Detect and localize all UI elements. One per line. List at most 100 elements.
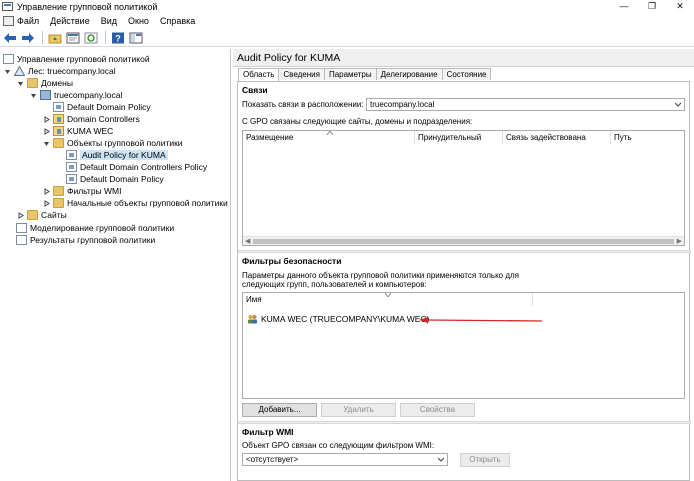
folder-up-icon[interactable] xyxy=(47,30,63,46)
expand-icon[interactable] xyxy=(42,127,50,135)
scroll-left-icon: ◀ xyxy=(245,238,251,245)
tree-domain-controllers[interactable]: Domain Controllers xyxy=(42,113,140,125)
tree-kuma-wec[interactable]: KUMA WEC xyxy=(42,125,113,137)
collapse-icon[interactable] xyxy=(16,79,24,87)
collapse-icon[interactable] xyxy=(3,67,11,75)
menu-action[interactable]: Действие xyxy=(50,16,90,26)
security-item-kuma-wec[interactable]: KUMA WEC (TRUECOMPANY\KUMA WEC) xyxy=(247,314,429,324)
chevron-down-icon xyxy=(675,102,681,107)
gpo-icon xyxy=(66,162,77,172)
folder-icon xyxy=(53,138,64,148)
expand-icon[interactable] xyxy=(42,187,50,195)
console-icon[interactable] xyxy=(128,30,144,46)
gpo-icon xyxy=(66,150,77,160)
toolbar-separator xyxy=(42,31,43,44)
minimize-button[interactable]: — xyxy=(610,0,638,13)
tree-gpo-objects[interactable]: Объекты групповой политики xyxy=(42,137,183,149)
section-divider[interactable] xyxy=(238,421,691,424)
open-wmi-button[interactable]: Открыть xyxy=(460,453,510,467)
tab-status[interactable]: Состояние xyxy=(441,68,492,80)
folder-icon xyxy=(53,198,64,208)
ou-icon xyxy=(53,126,64,136)
tree-domain-truecompany[interactable]: truecompany.local xyxy=(29,89,122,101)
menu-window[interactable]: Окно xyxy=(128,16,149,26)
tree-default-domain-policy-link[interactable]: Default Domain Policy xyxy=(53,101,151,113)
folder-icon xyxy=(27,210,38,220)
tree-default-domain-policy[interactable]: Default Domain Policy xyxy=(66,173,164,185)
toolbar: ? xyxy=(0,29,694,47)
group-icon xyxy=(247,314,258,324)
tab-details[interactable]: Сведения xyxy=(278,68,325,80)
annotation-arrow-icon xyxy=(419,317,543,323)
tree-gp-results[interactable]: Результаты групповой политики xyxy=(16,234,155,246)
properties-icon[interactable] xyxy=(65,30,81,46)
close-button[interactable]: ✕ xyxy=(666,0,694,13)
tree-default-dc-policy[interactable]: Default Domain Controllers Policy xyxy=(66,161,207,173)
domain-icon xyxy=(40,90,51,100)
folder-icon xyxy=(27,78,38,88)
expand-icon[interactable] xyxy=(16,211,24,219)
section-divider[interactable] xyxy=(238,250,691,253)
forward-arrow-icon[interactable] xyxy=(20,30,36,46)
tree-domains[interactable]: Домены xyxy=(16,77,73,89)
collapse-icon[interactable] xyxy=(42,139,50,147)
forest-icon xyxy=(13,65,26,76)
collapse-icon[interactable] xyxy=(29,91,37,99)
menu-view[interactable]: Вид xyxy=(101,16,117,26)
system-menu-icon[interactable] xyxy=(3,16,14,26)
tree-audit-policy-kuma[interactable]: Audit Policy for KUMA xyxy=(66,149,168,161)
help-icon[interactable]: ? xyxy=(110,30,126,46)
scope-tab-body: Связи Показать связи в расположении: tru… xyxy=(237,81,691,481)
links-title: Связи xyxy=(242,85,268,95)
tab-settings[interactable]: Параметры xyxy=(323,68,377,80)
sort-arrow-icon xyxy=(385,293,391,297)
links-location-combo[interactable]: truecompany.local xyxy=(366,98,685,111)
tab-strip: Область Сведения Параметры Делегирование… xyxy=(238,68,492,81)
folder-icon xyxy=(53,186,64,196)
window-title: Управление групповой политикой xyxy=(17,1,158,12)
gpo-link-icon xyxy=(53,102,64,112)
gpmc-icon xyxy=(3,54,14,64)
tree-starter-gpos[interactable]: Начальные объекты групповой политики xyxy=(42,197,228,209)
ou-icon xyxy=(53,114,64,124)
col-enforced[interactable]: Принудительный xyxy=(415,131,503,144)
wmi-filter-combo[interactable]: <отсутствует> xyxy=(242,453,448,466)
tab-scope[interactable]: Область xyxy=(238,68,280,81)
col-path[interactable]: Путь xyxy=(611,131,685,144)
links-show-label: Показать связи в расположении: xyxy=(242,100,364,109)
security-desc-1: Параметры данного объекта групповой поли… xyxy=(242,271,520,280)
tree-forest[interactable]: Лес: truecompany.local xyxy=(3,65,116,77)
links-desc: С GPO связаны следующие сайты, домены и … xyxy=(242,117,473,126)
back-arrow-icon[interactable] xyxy=(2,30,18,46)
gpmc-app-icon xyxy=(2,1,13,12)
sort-arrow-icon xyxy=(327,131,333,135)
security-list[interactable]: Имя KUMA WEC (TRUECOMPANY\KUMA WEC) xyxy=(242,292,685,399)
menu-file[interactable]: Файл xyxy=(3,16,39,26)
expand-icon[interactable] xyxy=(42,199,50,207)
col-link-enabled[interactable]: Связь задействована xyxy=(503,131,611,144)
restore-button[interactable]: ❐ xyxy=(638,0,666,13)
title-bar: Управление групповой политикой — ❐ ✕ xyxy=(0,0,694,13)
refresh-icon[interactable] xyxy=(83,30,99,46)
properties-button[interactable]: Свойства xyxy=(400,403,475,417)
wmi-desc: Объект GPO связан со следующим фильтром … xyxy=(242,441,435,450)
tree-root[interactable]: Управление групповой политикой xyxy=(3,53,150,65)
remove-button[interactable]: Удалить xyxy=(321,403,396,417)
expand-icon[interactable] xyxy=(42,115,50,123)
svg-text:?: ? xyxy=(115,33,121,43)
add-button[interactable]: Добавить... xyxy=(242,403,317,417)
scroll-right-icon: ▶ xyxy=(676,238,682,245)
tree-sites[interactable]: Сайты xyxy=(16,209,67,221)
links-hscroll[interactable]: ◀ ▶ xyxy=(243,236,684,245)
gpo-header: Audit Policy for KUMA xyxy=(233,49,694,67)
menu-help[interactable]: Справка xyxy=(160,16,195,26)
tree-wmi-filters[interactable]: Фильтры WMI xyxy=(42,185,122,197)
tab-delegation[interactable]: Делегирование xyxy=(375,68,443,80)
results-icon xyxy=(16,235,27,245)
details-pane: Audit Policy for KUMA Область Сведения П… xyxy=(233,49,694,481)
security-desc-2: следующих групп, пользователей и компьют… xyxy=(242,280,427,289)
tree-gp-modeling[interactable]: Моделирование групповой политики xyxy=(16,222,174,234)
links-list[interactable]: Размещение Принудительный Связь задейств… xyxy=(242,130,685,246)
gpo-icon xyxy=(66,174,77,184)
toolbar-separator xyxy=(105,31,106,44)
